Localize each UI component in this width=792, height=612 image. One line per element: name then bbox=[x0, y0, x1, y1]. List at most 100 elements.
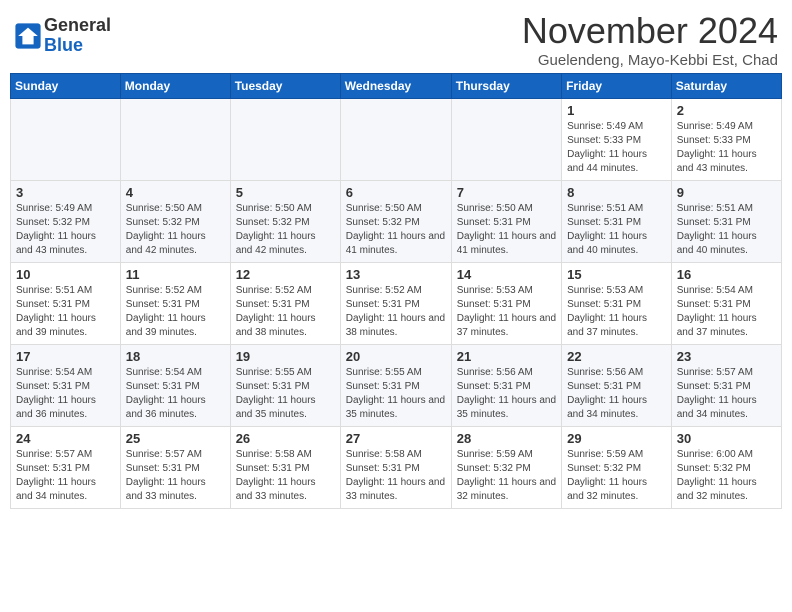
day-info: Sunrise: 5:50 AM Sunset: 5:31 PM Dayligh… bbox=[457, 202, 556, 258]
calendar-cell: 2 Sunrise: 5:49 AM Sunset: 5:33 PM Daylig… bbox=[671, 99, 781, 181]
calendar-cell bbox=[340, 99, 451, 181]
day-number: 9 bbox=[677, 185, 776, 200]
day-number: 24 bbox=[16, 431, 115, 446]
day-info: Sunrise: 5:59 AM Sunset: 5:32 PM Dayligh… bbox=[457, 448, 556, 504]
weekday-header-saturday: Saturday bbox=[671, 74, 781, 99]
day-info: Sunrise: 5:57 AM Sunset: 5:31 PM Dayligh… bbox=[126, 448, 225, 504]
calendar-cell: 5Sunrise: 5:50 AM Sunset: 5:32 PM Daylig… bbox=[230, 181, 340, 263]
day-info: Sunrise: 5:52 AM Sunset: 5:31 PM Dayligh… bbox=[236, 284, 335, 340]
day-info: Sunrise: 5:54 AM Sunset: 5:31 PM Dayligh… bbox=[126, 366, 225, 422]
calendar-cell: 30 Sunrise: 6:00 AM Sunset: 5:32 PM Dayli… bbox=[671, 427, 781, 509]
day-info: Sunrise: 6:00 AM Sunset: 5:32 PM Dayligh… bbox=[677, 448, 776, 504]
calendar-cell: 16 Sunrise: 5:54 AM Sunset: 5:31 PM Dayli… bbox=[671, 263, 781, 345]
calendar-cell: 14 Sunrise: 5:53 AM Sunset: 5:31 PM Dayli… bbox=[451, 263, 561, 345]
day-number: 25 bbox=[126, 431, 225, 446]
day-number: 6 bbox=[346, 185, 446, 200]
calendar-cell: 18 Sunrise: 5:54 AM Sunset: 5:31 PM Dayli… bbox=[120, 345, 230, 427]
calendar-cell: 12 Sunrise: 5:52 AM Sunset: 5:31 PM Dayli… bbox=[230, 263, 340, 345]
calendar-cell: 6 Sunrise: 5:50 AM Sunset: 5:32 PM Daylig… bbox=[340, 181, 451, 263]
day-number: 30 bbox=[677, 431, 776, 446]
day-number: 11 bbox=[126, 267, 225, 282]
calendar-cell: 27 Sunrise: 5:58 AM Sunset: 5:31 PM Dayli… bbox=[340, 427, 451, 509]
calendar-cell: 24Sunrise: 5:57 AM Sunset: 5:31 PM Dayli… bbox=[11, 427, 121, 509]
calendar-cell: 13 Sunrise: 5:52 AM Sunset: 5:31 PM Dayli… bbox=[340, 263, 451, 345]
day-info: Sunrise: 5:51 AM Sunset: 5:31 PM Dayligh… bbox=[567, 202, 666, 258]
weekday-header-sunday: Sunday bbox=[11, 74, 121, 99]
day-number: 19 bbox=[236, 349, 335, 364]
calendar-cell: 23 Sunrise: 5:57 AM Sunset: 5:31 PM Dayli… bbox=[671, 345, 781, 427]
day-info: Sunrise: 5:59 AM Sunset: 5:32 PM Dayligh… bbox=[567, 448, 666, 504]
calendar-cell: 22Sunrise: 5:56 AM Sunset: 5:31 PM Dayli… bbox=[562, 345, 672, 427]
day-info: Sunrise: 5:52 AM Sunset: 5:31 PM Dayligh… bbox=[346, 284, 446, 340]
calendar-table: SundayMondayTuesdayWednesdayThursdayFrid… bbox=[10, 73, 782, 509]
location-subtitle: Guelendeng, Mayo-Kebbi Est, Chad bbox=[522, 52, 778, 69]
day-number: 3 bbox=[16, 185, 115, 200]
day-info: Sunrise: 5:50 AM Sunset: 5:32 PM Dayligh… bbox=[346, 202, 446, 258]
calendar-cell: 15 Sunrise: 5:53 AM Sunset: 5:31 PM Dayli… bbox=[562, 263, 672, 345]
logo-blue-text: Blue bbox=[44, 36, 111, 56]
day-number: 28 bbox=[457, 431, 556, 446]
calendar-cell: 4 Sunrise: 5:50 AM Sunset: 5:32 PM Daylig… bbox=[120, 181, 230, 263]
logo-icon bbox=[14, 22, 42, 50]
day-info: Sunrise: 5:55 AM Sunset: 5:31 PM Dayligh… bbox=[236, 366, 335, 422]
logo: General Blue bbox=[14, 16, 111, 56]
calendar-cell: 26 Sunrise: 5:58 AM Sunset: 5:31 PM Dayli… bbox=[230, 427, 340, 509]
day-number: 8 bbox=[567, 185, 666, 200]
weekday-header-tuesday: Tuesday bbox=[230, 74, 340, 99]
weekday-header-wednesday: Wednesday bbox=[340, 74, 451, 99]
day-info: Sunrise: 5:56 AM Sunset: 5:31 PM Dayligh… bbox=[567, 366, 666, 422]
day-number: 4 bbox=[126, 185, 225, 200]
day-number: 7 bbox=[457, 185, 556, 200]
day-info: Sunrise: 5:55 AM Sunset: 5:31 PM Dayligh… bbox=[346, 366, 446, 422]
day-number: 27 bbox=[346, 431, 446, 446]
day-info: Sunrise: 5:50 AM Sunset: 5:32 PM Dayligh… bbox=[126, 202, 225, 258]
day-number: 2 bbox=[677, 103, 776, 118]
day-number: 14 bbox=[457, 267, 556, 282]
calendar-cell: 25 Sunrise: 5:57 AM Sunset: 5:31 PM Dayli… bbox=[120, 427, 230, 509]
day-number: 26 bbox=[236, 431, 335, 446]
calendar-cell: 8 Sunrise: 5:51 AM Sunset: 5:31 PM Daylig… bbox=[562, 181, 672, 263]
day-info: Sunrise: 5:49 AM Sunset: 5:33 PM Dayligh… bbox=[677, 120, 776, 176]
day-info: Sunrise: 5:58 AM Sunset: 5:31 PM Dayligh… bbox=[346, 448, 446, 504]
calendar-cell: 20Sunrise: 5:55 AM Sunset: 5:31 PM Dayli… bbox=[340, 345, 451, 427]
calendar-cell: 28 Sunrise: 5:59 AM Sunset: 5:32 PM Dayli… bbox=[451, 427, 561, 509]
day-info: Sunrise: 5:49 AM Sunset: 5:33 PM Dayligh… bbox=[567, 120, 666, 176]
calendar-week-row: 24 Sunrise: 5:57 AM Sunset: 5:31 PM Dayli… bbox=[11, 427, 782, 509]
day-info: Sunrise: 5:54 AM Sunset: 5:31 PM Dayligh… bbox=[677, 284, 776, 340]
day-info: Sunrise: 5:52 AM Sunset: 5:31 PM Dayligh… bbox=[126, 284, 225, 340]
day-number: 18 bbox=[126, 349, 225, 364]
day-number: 5 bbox=[236, 185, 335, 200]
weekday-header-thursday: Thursday bbox=[451, 74, 561, 99]
day-number: 12 bbox=[236, 267, 335, 282]
day-info: Sunrise: 5:53 AM Sunset: 5:31 PM Dayligh… bbox=[567, 284, 666, 340]
title-section: November 2024 Guelendeng, Mayo-Kebbi Est… bbox=[522, 10, 778, 69]
day-info: Sunrise: 5:53 AM Sunset: 5:31 PM Dayligh… bbox=[457, 284, 556, 340]
calendar-week-row: 1 Sunrise: 5:49 AM Sunset: 5:33 PM Daylig… bbox=[11, 99, 782, 181]
day-info: Sunrise: 5:56 AM Sunset: 5:31 PM Dayligh… bbox=[457, 366, 556, 422]
calendar-cell: 19 Sunrise: 5:55 AM Sunset: 5:31 PM Dayli… bbox=[230, 345, 340, 427]
weekday-header-row: SundayMondayTuesdayWednesdayThursdayFrid… bbox=[11, 74, 782, 99]
calendar-cell: 7 Sunrise: 5:50 AM Sunset: 5:31 PM Daylig… bbox=[451, 181, 561, 263]
day-number: 23 bbox=[677, 349, 776, 364]
weekday-header-friday: Friday bbox=[562, 74, 672, 99]
month-title: November 2024 bbox=[522, 10, 778, 52]
calendar-week-row: 10 Sunrise: 5:51 AM Sunset: 5:31 PM Dayli… bbox=[11, 263, 782, 345]
day-number: 10 bbox=[16, 267, 115, 282]
day-info: Sunrise: 5:57 AM Sunset: 5:31 PM Dayligh… bbox=[677, 366, 776, 422]
calendar-cell: 29Sunrise: 5:59 AM Sunset: 5:32 PM Dayli… bbox=[562, 427, 672, 509]
day-number: 15 bbox=[567, 267, 666, 282]
day-number: 17 bbox=[16, 349, 115, 364]
day-number: 16 bbox=[677, 267, 776, 282]
day-info: Sunrise: 5:58 AM Sunset: 5:31 PM Dayligh… bbox=[236, 448, 335, 504]
calendar-cell: 21Sunrise: 5:56 AM Sunset: 5:31 PM Dayli… bbox=[451, 345, 561, 427]
calendar-cell bbox=[120, 99, 230, 181]
logo-general-text: General bbox=[44, 16, 111, 36]
weekday-header-monday: Monday bbox=[120, 74, 230, 99]
page-header: General Blue November 2024 Guelendeng, M… bbox=[10, 10, 782, 69]
day-number: 13 bbox=[346, 267, 446, 282]
calendar-cell: 10 Sunrise: 5:51 AM Sunset: 5:31 PM Dayli… bbox=[11, 263, 121, 345]
day-info: Sunrise: 5:51 AM Sunset: 5:31 PM Dayligh… bbox=[16, 284, 115, 340]
day-number: 1 bbox=[567, 103, 666, 118]
calendar-cell bbox=[451, 99, 561, 181]
calendar-cell: 17Sunrise: 5:54 AM Sunset: 5:31 PM Dayli… bbox=[11, 345, 121, 427]
